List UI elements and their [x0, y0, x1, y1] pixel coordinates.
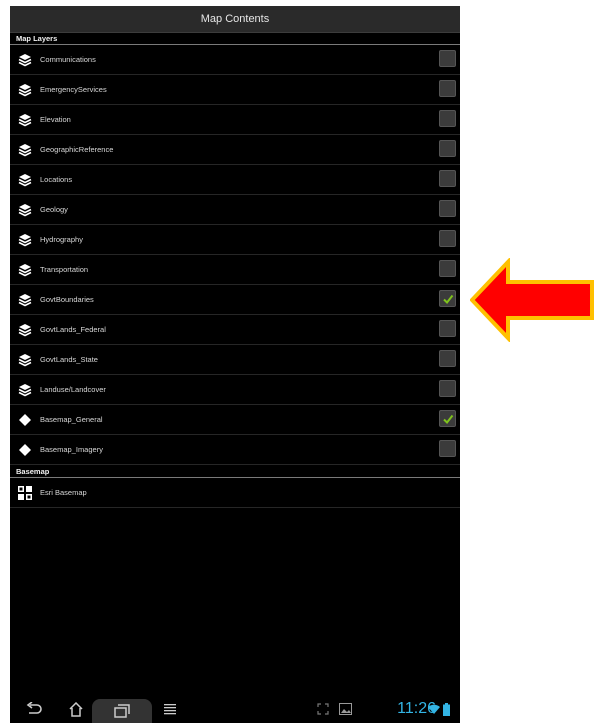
red-arrow-annotation	[469, 256, 594, 347]
layer-row[interactable]: GovtLands_State	[10, 345, 460, 375]
layer-label: Geology	[40, 205, 68, 214]
diamond-icon	[18, 413, 32, 427]
layers-icon	[18, 83, 32, 97]
layer-row[interactable]: Hydrography	[10, 225, 460, 255]
layer-label: Locations	[40, 175, 73, 184]
layer-visibility-checkbox[interactable]	[439, 260, 456, 277]
layer-visibility-checkbox[interactable]	[439, 80, 456, 97]
checkmark-icon	[442, 414, 453, 424]
layer-row[interactable]: Landuse/Landcover	[10, 375, 460, 405]
layer-visibility-checkbox[interactable]	[439, 290, 456, 307]
layer-label: EmergencyServices	[40, 85, 107, 94]
layer-label: Basemap_General	[40, 415, 103, 424]
wifi-icon	[428, 699, 440, 719]
layer-label: GovtLands_State	[40, 355, 98, 364]
menu-button[interactable]	[160, 699, 180, 719]
layers-icon	[18, 323, 32, 337]
recent-apps-icon	[114, 704, 130, 718]
back-icon	[26, 702, 42, 714]
layer-row[interactable]: Locations	[10, 165, 460, 195]
layers-icon	[18, 233, 32, 247]
layer-row[interactable]: Elevation	[10, 105, 460, 135]
layer-row[interactable]: GovtBoundaries	[10, 285, 460, 315]
layer-row[interactable]: GovtLands_Federal	[10, 315, 460, 345]
menu-icon	[164, 704, 176, 715]
battery-icon	[442, 699, 450, 719]
tablet-screen: Map Contents Map Layers Communications Em…	[10, 6, 460, 723]
layer-visibility-checkbox[interactable]	[439, 50, 456, 67]
layer-label: Landuse/Landcover	[40, 385, 106, 394]
gallery-notification-icon	[338, 699, 352, 719]
layer-label: GeographicReference	[40, 145, 114, 154]
basemap-grid-icon	[18, 485, 32, 500]
layer-row[interactable]: Transportation	[10, 255, 460, 285]
diamond-icon	[18, 443, 32, 457]
layer-label: Hydrography	[40, 235, 83, 244]
back-button[interactable]	[24, 699, 44, 719]
layer-visibility-checkbox[interactable]	[439, 110, 456, 127]
basemap-header: Basemap	[10, 466, 460, 478]
layer-label: GovtBoundaries	[40, 295, 94, 304]
layer-row[interactable]: Communications	[10, 45, 460, 75]
layer-visibility-checkbox[interactable]	[439, 350, 456, 367]
layer-label: GovtLands_Federal	[40, 325, 106, 334]
layers-icon	[18, 53, 32, 67]
screen-expand-icon	[316, 699, 330, 719]
checkmark-icon	[442, 294, 453, 304]
layer-list: Communications EmergencyServices Elevation…	[10, 45, 460, 465]
layer-row[interactable]: EmergencyServices	[10, 75, 460, 105]
layers-icon	[18, 383, 32, 397]
layer-label: Basemap_Imagery	[40, 445, 103, 454]
layers-icon	[18, 203, 32, 217]
layer-visibility-checkbox[interactable]	[439, 380, 456, 397]
layer-row[interactable]: Basemap_Imagery	[10, 435, 460, 465]
layer-visibility-checkbox[interactable]	[439, 140, 456, 157]
page-title: Map Contents	[10, 6, 460, 33]
layer-visibility-checkbox[interactable]	[439, 200, 456, 217]
basemap-row[interactable]: Esri Basemap	[10, 478, 460, 508]
layer-visibility-checkbox[interactable]	[439, 230, 456, 247]
layers-icon	[18, 113, 32, 127]
layer-label: Communications	[40, 55, 96, 64]
layer-label: Elevation	[40, 115, 71, 124]
layer-visibility-checkbox[interactable]	[439, 410, 456, 427]
layers-icon	[18, 353, 32, 367]
system-navigation-bar: 11:26	[10, 693, 460, 723]
layer-visibility-checkbox[interactable]	[439, 170, 456, 187]
basemap-label: Esri Basemap	[40, 488, 87, 497]
layers-icon	[18, 263, 32, 277]
layers-icon	[18, 173, 32, 187]
layer-visibility-checkbox[interactable]	[439, 320, 456, 337]
layer-row[interactable]: GeographicReference	[10, 135, 460, 165]
layer-row[interactable]: Basemap_General	[10, 405, 460, 435]
layer-row[interactable]: Geology	[10, 195, 460, 225]
map-layers-header: Map Layers	[10, 33, 460, 45]
recent-apps-button[interactable]	[92, 699, 152, 723]
layers-icon	[18, 143, 32, 157]
layer-label: Transportation	[40, 265, 89, 274]
home-button[interactable]	[66, 699, 86, 719]
home-icon	[69, 701, 83, 717]
layer-visibility-checkbox[interactable]	[439, 440, 456, 457]
layers-icon	[18, 293, 32, 307]
